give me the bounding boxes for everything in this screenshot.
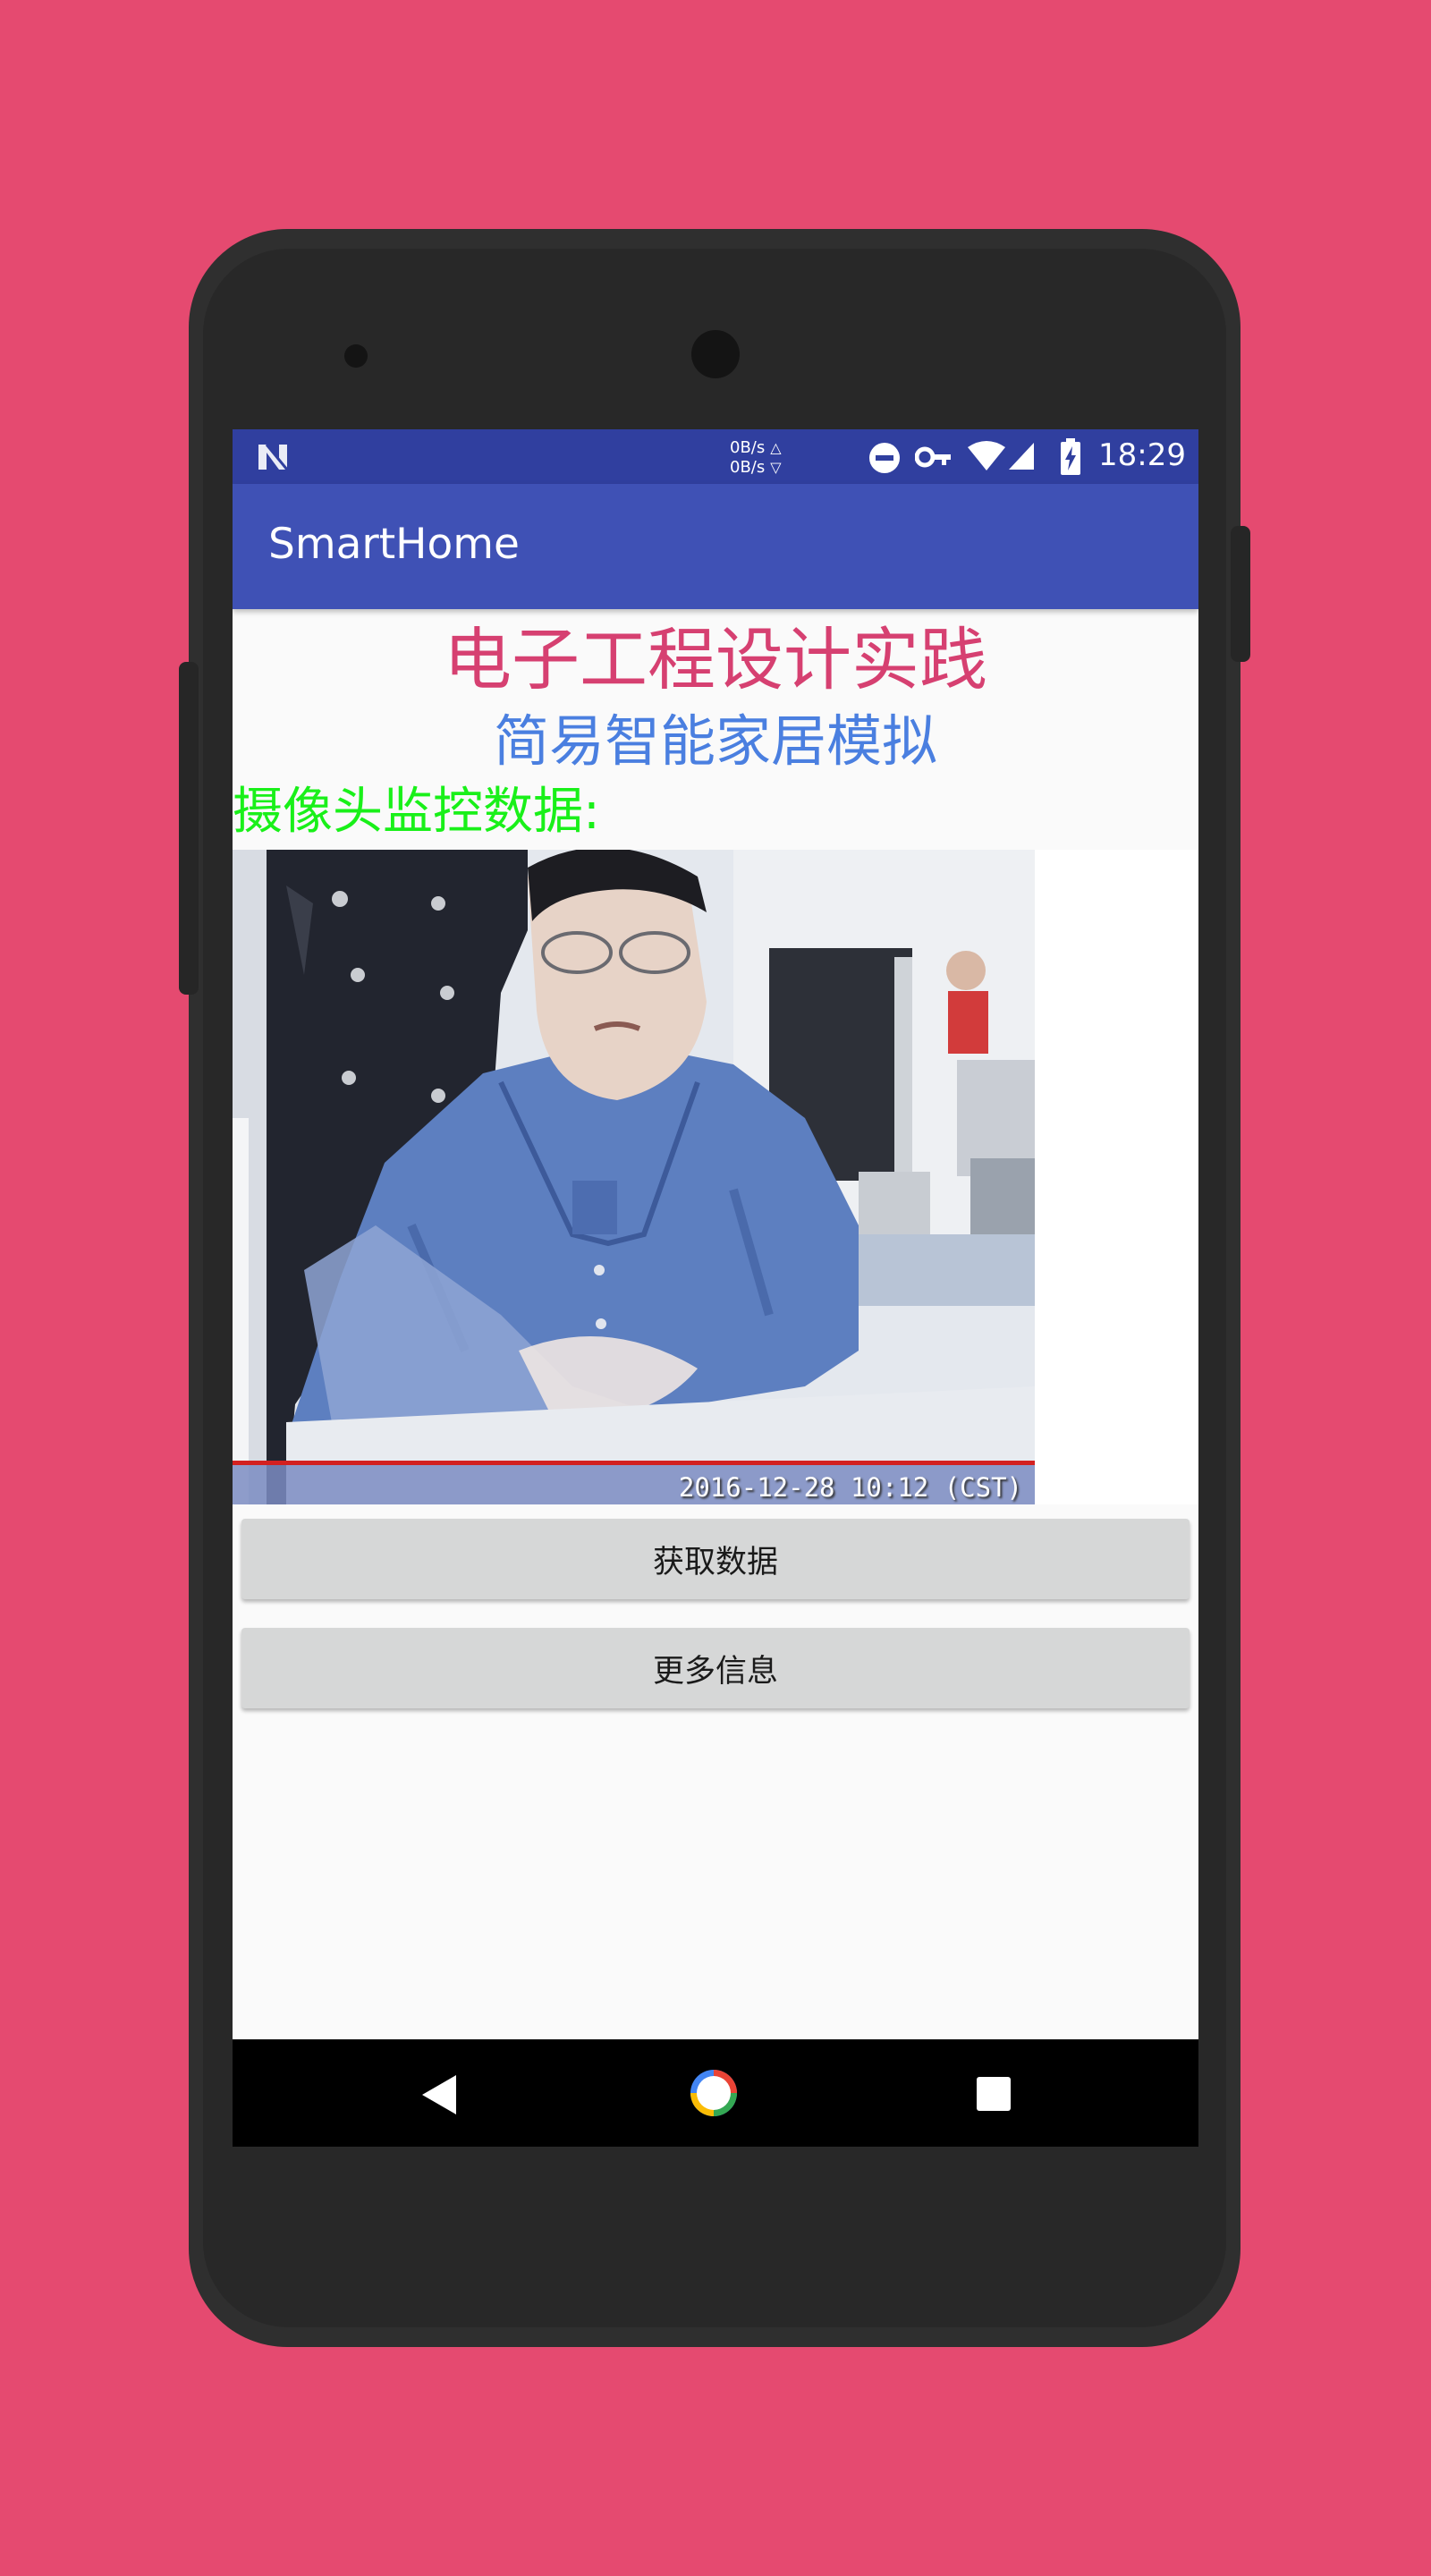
android-n-icon — [258, 444, 289, 470]
fetch-data-button[interactable]: 获取数据 — [241, 1519, 1190, 1599]
net-up-speed: 0B/s — [730, 438, 766, 457]
camera-view: 2016-12-28 10:12 (CST) — [233, 850, 1198, 1504]
status-clock: 18:29 — [1098, 437, 1186, 473]
volume-button — [179, 662, 199, 995]
recents-icon[interactable] — [977, 2077, 1011, 2111]
download-arrow-icon: ▽ — [770, 459, 782, 476]
front-camera — [691, 330, 740, 378]
network-speed: 0B/s △ 0B/s ▽ — [730, 438, 782, 478]
page-subtitle: 简易智能家居模拟 — [493, 708, 937, 774]
more-info-button[interactable]: 更多信息 — [241, 1628, 1190, 1708]
wifi-icon — [968, 441, 1005, 470]
net-down-speed: 0B/s — [730, 458, 766, 477]
cell-signal-icon — [1009, 443, 1034, 470]
back-icon[interactable] — [420, 2073, 460, 2116]
do-not-disturb-icon — [869, 443, 900, 473]
camera-feed-image: 2016-12-28 10:12 (CST) — [233, 850, 1035, 1504]
camera-label: 摄像头监控数据: — [233, 783, 600, 841]
app-bar: SmartHome — [233, 484, 1198, 609]
vpn-key-icon — [915, 446, 951, 468]
home-icon[interactable] — [687, 2066, 741, 2120]
navigation-bar — [233, 2039, 1198, 2147]
power-button — [1231, 526, 1250, 662]
battery-charging-icon — [1061, 438, 1080, 475]
upload-arrow-icon: △ — [770, 439, 782, 456]
earpiece-speaker — [344, 344, 368, 368]
device-screen: 0B/s △ 0B/s ▽ 18:29 SmartHome 电子工程设计实践 简易智… — [233, 429, 1198, 2147]
page-title: 电子工程设计实践 — [444, 620, 987, 699]
status-bar: 0B/s △ 0B/s ▽ 18:29 — [233, 429, 1198, 484]
app-title: SmartHome — [268, 520, 520, 569]
camera-timestamp: 2016-12-28 10:12 (CST) — [678, 1472, 1022, 1503]
